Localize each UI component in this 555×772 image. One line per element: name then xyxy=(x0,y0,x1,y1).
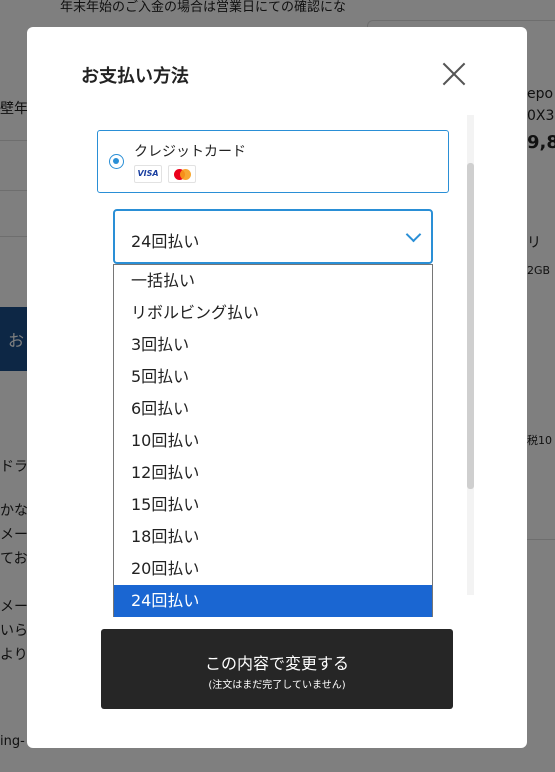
change-submit-button[interactable]: この内容で変更する (注文はまだ完了していません) xyxy=(101,629,453,709)
submit-button-label: この内容で変更する xyxy=(204,654,349,673)
scrollbar[interactable] xyxy=(467,115,474,595)
dropdown-option-selected[interactable]: 24回払い xyxy=(114,585,432,617)
modal-title: お支払い方法 xyxy=(81,66,189,87)
chevron-down-icon xyxy=(405,226,422,243)
dropdown-option[interactable]: 5回払い xyxy=(114,361,432,393)
installment-dropdown-list: 一括払い リボルビング払い 3回払い 5回払い 6回払い 10回払い 12回払い… xyxy=(113,264,433,617)
radio-selected-icon[interactable] xyxy=(109,154,124,169)
visa-logo-icon: VISA xyxy=(134,165,162,183)
dropdown-option[interactable]: 12回払い xyxy=(114,457,432,489)
dropdown-option[interactable]: 3回払い xyxy=(114,329,432,361)
dropdown-option[interactable]: リボルビング払い xyxy=(114,297,432,329)
payment-option-label: クレジットカード xyxy=(134,144,246,160)
scrollbar-thumb[interactable] xyxy=(467,163,474,489)
installment-select[interactable]: 24回払い xyxy=(113,209,433,264)
close-icon[interactable] xyxy=(441,61,467,87)
installment-select-value: 24回払い xyxy=(131,232,200,251)
dropdown-option[interactable]: 18回払い xyxy=(114,521,432,553)
mastercard-logo-icon xyxy=(168,165,196,183)
dropdown-option[interactable]: 20回払い xyxy=(114,553,432,585)
dropdown-option[interactable]: 15回払い xyxy=(114,489,432,521)
payment-option-credit-card[interactable]: クレジットカード VISA xyxy=(97,130,449,193)
dropdown-option[interactable]: 一括払い xyxy=(114,265,432,297)
dropdown-option[interactable]: 10回払い xyxy=(114,425,432,457)
dropdown-option[interactable]: 6回払い xyxy=(114,393,432,425)
payment-method-modal: お支払い方法 クレジットカード VISA 24回払い 一括払い リボルビング払い… xyxy=(27,27,527,748)
submit-button-sublabel: (注文はまだ完了していません) xyxy=(208,680,346,691)
